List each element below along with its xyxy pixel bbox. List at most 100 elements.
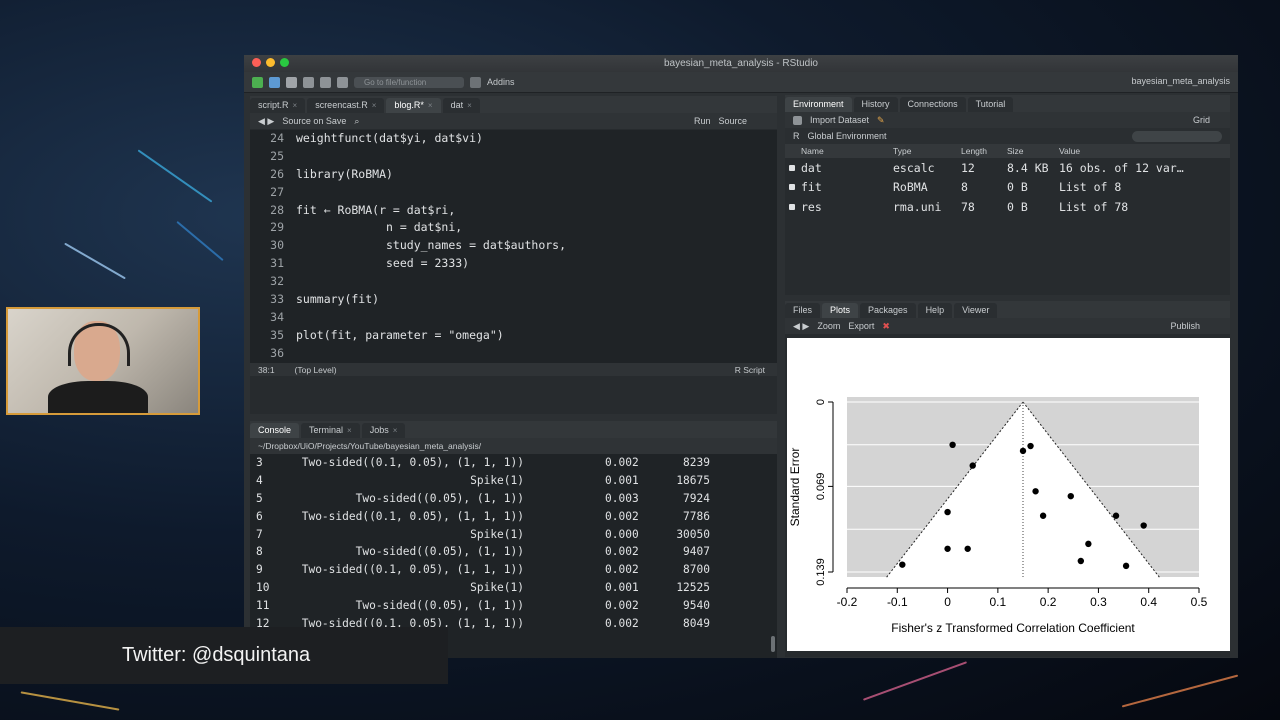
headphones-icon (68, 323, 130, 366)
tab-console[interactable]: Console (250, 423, 300, 438)
close-icon[interactable]: × (428, 101, 433, 110)
plots-pane: Files Plots Packages Help Viewer ◀ ▶ Zoo… (785, 301, 1230, 657)
tab-connections[interactable]: Connections (899, 97, 966, 112)
cell-value: List of 78 (1059, 199, 1129, 214)
code-line[interactable]: 26 library(RoBMA) (250, 166, 777, 184)
model-prob: 0.002 (605, 617, 639, 631)
environment-search-input[interactable] (1132, 130, 1222, 142)
search-icon[interactable]: ⌕ (354, 116, 359, 127)
environment-row[interactable]: res rma.uni 78 0 B List of 78 (785, 197, 1230, 217)
new-project-icon[interactable] (269, 76, 280, 88)
save-all-icon[interactable] (320, 76, 331, 88)
back-arrow-icon[interactable]: ◀ ▶ (258, 116, 274, 127)
line-number: 24 (270, 131, 284, 145)
goto-file-input[interactable]: Go to file/function (354, 76, 464, 88)
project-menu[interactable]: bayesian_meta_analysis (1131, 76, 1230, 86)
column-value[interactable]: Value (1059, 146, 1080, 156)
code-editor[interactable]: 24 weightfunct(dat$yi, dat$vi) 25 26 library… (250, 130, 777, 363)
column-type[interactable]: Type (893, 146, 961, 156)
data-point (899, 561, 906, 568)
broom-icon[interactable]: ✎ (877, 115, 885, 126)
line-number: 34 (270, 309, 284, 324)
close-icon[interactable]: × (372, 101, 377, 110)
code-text: library(RoBMA) (296, 166, 393, 181)
addins-menu[interactable]: Addins (487, 77, 515, 87)
x-tick-label: -0.1 (887, 595, 908, 609)
tab-history[interactable]: History (853, 97, 898, 112)
console-row: 11 Two-sided((0.05), (1, 1)) 0.002 9540 (250, 597, 777, 615)
close-icon[interactable]: × (347, 426, 352, 435)
run-button[interactable]: Run (694, 116, 711, 126)
code-line[interactable]: 34 (250, 309, 777, 327)
tab-packages[interactable]: Packages (860, 303, 916, 318)
delete-plot-icon[interactable]: ✖ (882, 321, 890, 332)
code-line[interactable]: 36 (250, 345, 777, 363)
line-number: 30 (270, 238, 284, 253)
print-icon[interactable] (337, 76, 348, 88)
code-line[interactable]: 29 n = dat$ni, (250, 219, 777, 237)
tab-environment[interactable]: Environment (785, 97, 852, 112)
close-icon[interactable]: × (393, 426, 398, 435)
code-line[interactable]: 27 (250, 184, 777, 202)
column-length[interactable]: Length (961, 146, 1007, 156)
import-dataset-menu[interactable]: Import Dataset (810, 115, 869, 125)
zoom-window-button[interactable] (280, 58, 289, 67)
environment-row[interactable]: fit RoBMA 8 0 B List of 8 (785, 178, 1230, 198)
export-menu[interactable]: Export (848, 321, 874, 331)
tab-viewer[interactable]: Viewer (954, 303, 998, 318)
source-button[interactable]: Source (718, 116, 747, 126)
console-row: 3 Two-sided((0.1, 0.05), (1, 1, 1)) 0.002 8… (250, 454, 777, 472)
working-directory[interactable]: ~/Dropbox/UiO/Projects/YouTube/bayesian_… (258, 441, 481, 451)
tab-dat[interactable]: dat × (442, 98, 480, 113)
view-mode-menu[interactable]: Grid (1193, 115, 1210, 125)
file-type-menu[interactable]: R Script (735, 365, 765, 375)
code-text: study_names = dat$authors, (296, 238, 567, 253)
code-line[interactable]: 32 (250, 273, 777, 291)
code-line[interactable]: 25 (250, 148, 777, 166)
code-line[interactable]: 24 weightfunct(dat$yi, dat$vi) (250, 130, 777, 148)
open-workspace-icon[interactable] (793, 115, 802, 125)
tab-screencast-r[interactable]: screencast.R × (307, 98, 385, 113)
code-line[interactable]: 35 plot(fit, parameter = "omega") (250, 327, 777, 345)
model-ess: 9407 (683, 545, 710, 559)
grid-icon[interactable] (470, 76, 481, 88)
prev-plot-icon[interactable]: ◀ ▶ (793, 321, 809, 332)
close-icon[interactable]: × (467, 101, 472, 110)
language-menu[interactable]: R (793, 131, 800, 141)
close-icon[interactable]: × (293, 101, 298, 110)
code-line[interactable]: 28 fit ← RoBMA(r = dat$ri, (250, 202, 777, 220)
line-number: 31 (270, 256, 284, 271)
column-size[interactable]: Size (1007, 146, 1059, 156)
source-on-save-checkbox[interactable]: Source on Save (282, 116, 346, 126)
tab-blog-r[interactable]: blog.R* × (386, 98, 441, 113)
tab-jobs[interactable]: Jobs × (361, 423, 406, 438)
tab-plots[interactable]: Plots (822, 303, 859, 318)
code-line[interactable]: 33 summary(fit) (250, 291, 777, 309)
save-icon[interactable] (303, 76, 314, 88)
background-streak (64, 242, 126, 280)
tab-help[interactable]: Help (917, 303, 953, 318)
scope-menu[interactable]: Global Environment (808, 131, 887, 141)
publish-button[interactable]: Publish (1170, 321, 1200, 331)
environment-row[interactable]: dat escalc 12 8.4 KB 16 obs. of 12 var… (785, 158, 1230, 178)
environment-toolbar: Import Dataset ✎ Grid (785, 112, 1230, 128)
open-file-icon[interactable] (286, 76, 297, 88)
line-number: 27 (270, 184, 284, 199)
console-scrollbar[interactable] (771, 636, 775, 652)
editor-toolbar: ◀ ▶ Source on Save ⌕ Run Source (250, 113, 777, 129)
close-window-button[interactable] (252, 58, 261, 67)
column-name[interactable]: Name (801, 146, 893, 156)
model-ess: 7924 (683, 491, 710, 505)
new-file-icon[interactable] (252, 76, 263, 88)
zoom-button[interactable]: Zoom (817, 321, 840, 331)
tab-tutorial[interactable]: Tutorial (967, 97, 1014, 112)
minimize-window-button[interactable] (266, 58, 275, 67)
tab-terminal[interactable]: Terminal × (301, 423, 360, 438)
tab-script-r[interactable]: script.R × (250, 98, 306, 113)
funnel-plot: -0.2 -0.1 0 0.1 0.2 0.3 0.4 0.5 0 0.069 0.139 Fishe… (788, 397, 1208, 635)
scope-indicator[interactable]: (Top Level) (295, 365, 337, 375)
code-line[interactable]: 30 study_names = dat$authors, (250, 237, 777, 255)
tab-files[interactable]: Files (785, 303, 821, 318)
code-line[interactable]: 31 seed = 2333) (250, 255, 777, 273)
cell-name: fit (801, 180, 822, 195)
